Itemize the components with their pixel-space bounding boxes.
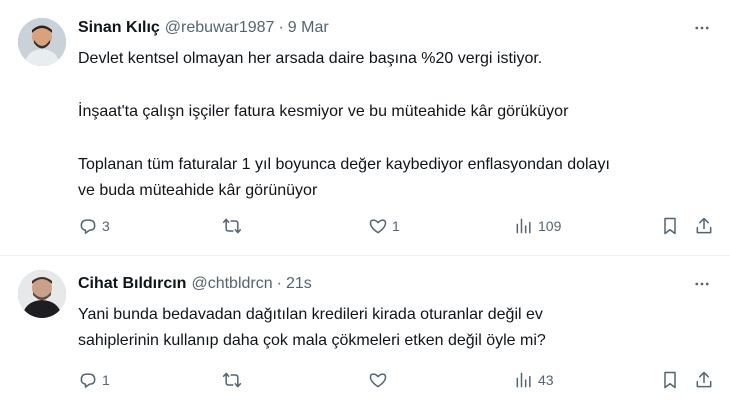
retweet-arrows-icon [222,218,242,234]
tweet-line: Devlet kentsel olmayan her arsada daire … [78,50,543,67]
retweet-button[interactable] [222,216,246,236]
heart-icon [369,373,387,388]
share-button[interactable] [694,216,714,236]
tweet-text: Devlet kentsel olmayan her arsada daire … [78,46,714,204]
share-button[interactable] [694,370,714,390]
tweet-header: Sinan Kılıç @rebuwar1987 · 9 Mar [78,16,714,40]
heart-icon [369,219,387,234]
share-upload-icon [696,217,712,234]
tweet[interactable]: Sinan Kılıç @rebuwar1987 · 9 Mar Devlet … [0,0,730,256]
author-name[interactable]: Cihat Bıldırcın [78,275,186,293]
share-upload-icon [696,371,712,388]
tweet-text: Yani bunda bedavadan dağıtılan kredileri… [78,302,714,354]
separator-dot: · [278,19,284,36]
bar-chart-icon [516,372,531,388]
action-bar: 3 1 109 [78,214,714,238]
bookmark-button[interactable] [660,370,680,390]
like-button[interactable]: 1 [368,216,400,236]
bar-chart-icon [516,218,531,234]
tweet-line: Yani bunda bedavadan dağıtılan kredileri… [78,306,543,323]
timestamp[interactable]: 21s [286,275,312,293]
bookmark-icon [664,217,676,235]
tweet-line: Toplanan tüm faturalar 1 yıl boyunca değ… [78,156,610,173]
separator-dot: · [276,275,282,292]
bookmark-icon [664,371,676,389]
bookmark-button[interactable] [660,216,680,236]
retweet-button[interactable] [222,370,246,390]
reply-button[interactable]: 1 [78,370,110,390]
tweet-line: İnşaat'ta çalışn işçiler fatura kesmiyor… [78,103,569,120]
tweet-line: sahiplerinin kullanıp daha çok mala çökm… [78,332,546,349]
view-count: 43 [538,372,554,388]
tweet-content: Sinan Kılıç @rebuwar1987 · 9 Mar Devlet … [78,16,714,235]
tweet-header: Cihat Bıldırcın @chtbldrcn · 21s [78,272,714,296]
reply-bubble-icon [80,219,96,234]
more-dots-icon[interactable] [690,272,714,296]
timestamp[interactable]: 9 Mar [288,19,329,37]
reply-button[interactable]: 3 [78,216,110,236]
retweet-arrows-icon [222,372,242,388]
like-button[interactable] [368,370,392,390]
action-bar: 1 43 [78,368,714,392]
more-dots-icon[interactable] [690,16,714,40]
reply-bubble-icon [80,373,96,388]
views-button[interactable]: 109 [514,216,561,236]
avatar[interactable] [18,18,66,66]
tweet[interactable]: Cihat Bıldırcın @chtbldrcn · 21s Yani bu… [0,256,730,420]
reply-count: 1 [102,372,110,388]
like-count: 1 [392,218,400,234]
views-button[interactable]: 43 [514,370,554,390]
avatar[interactable] [18,270,66,318]
author-handle[interactable]: @chtbldrcn [191,275,272,293]
author-handle[interactable]: @rebuwar1987 [165,19,275,37]
tweet-line: ve buda müteahide kâr görünüyor [78,182,318,199]
tweet-content: Cihat Bıldırcın @chtbldrcn · 21s Yani bu… [78,272,714,389]
reply-count: 3 [102,218,110,234]
view-count: 109 [538,218,562,234]
author-name[interactable]: Sinan Kılıç [78,19,160,37]
